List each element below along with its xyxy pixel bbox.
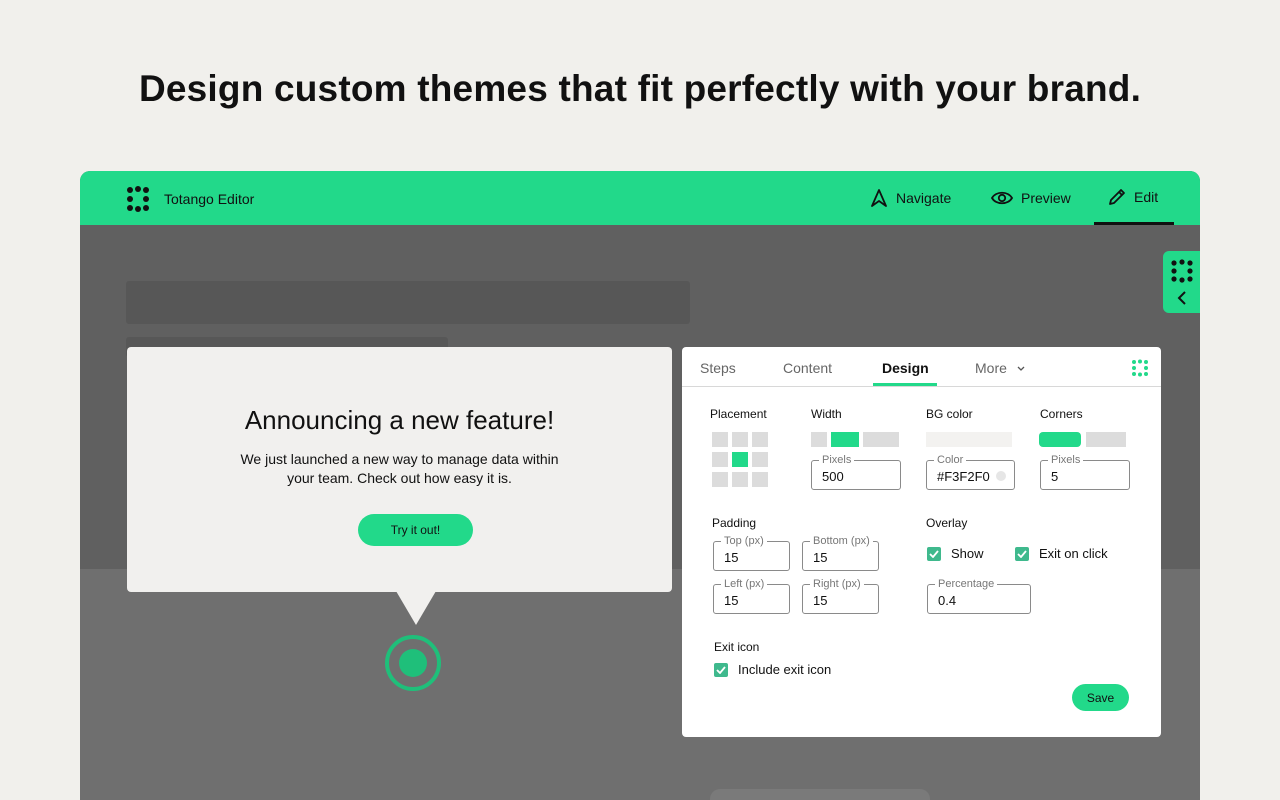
width-option-large[interactable]	[863, 432, 899, 447]
editor-window: Totango Editor Navigate Preview Edit Ann…	[80, 171, 1200, 800]
padding-right-field[interactable]: Right (px) 15	[802, 578, 879, 614]
nav-edit-label: Edit	[1134, 188, 1159, 205]
save-button[interactable]: Save	[1072, 684, 1129, 711]
editor-topbar: Totango Editor Navigate Preview Edit	[80, 171, 1200, 225]
placeholder-bar	[710, 789, 930, 800]
page-headline: Design custom themes that fit perfectly …	[138, 68, 1142, 109]
padding-bottom-legend: Bottom (px)	[810, 535, 873, 547]
padding-right-legend: Right (px)	[810, 578, 864, 590]
bg-color-swatch[interactable]	[926, 432, 1012, 447]
tooltip-preview: Announcing a new feature! We just launch…	[127, 347, 672, 592]
placement-grid	[712, 432, 770, 488]
placement-top-left[interactable]	[712, 432, 728, 447]
active-tab-indicator	[873, 383, 937, 386]
nav-navigate[interactable]: Navigate	[870, 171, 951, 225]
overlay-percentage-legend: Percentage	[935, 578, 998, 590]
brand: Totango Editor	[126, 186, 254, 212]
width-pixels-value: 500	[822, 469, 844, 484]
tooltip-title: Announcing a new feature!	[244, 405, 555, 435]
totango-logo-icon	[1132, 359, 1148, 377]
overlay-percentage-field[interactable]: Percentage 0.4	[927, 578, 1031, 614]
corners-pixels-legend: Pixels	[1048, 454, 1084, 466]
placeholder-bar	[126, 281, 690, 324]
placement-middle-right[interactable]	[752, 452, 768, 467]
chevron-left-icon	[1177, 291, 1186, 305]
tooltip-pointer	[396, 591, 436, 625]
pencil-icon	[1109, 188, 1125, 205]
bg-color-label: BG color	[926, 407, 973, 421]
overlay-show-label: Show	[951, 546, 984, 561]
overlay-exit-on-click-label: Exit on click	[1039, 546, 1108, 561]
overlay-show-checkbox[interactable]: Show	[927, 546, 984, 561]
tab-more-label: More	[975, 360, 1007, 376]
totango-logo-icon	[1171, 259, 1193, 283]
tab-steps[interactable]: Steps	[700, 360, 736, 376]
padding-left-legend: Left (px)	[721, 578, 768, 590]
totango-logo-icon	[127, 186, 149, 212]
width-label: Width	[811, 407, 842, 421]
nav-navigate-label: Navigate	[896, 190, 952, 206]
placement-center[interactable]	[732, 452, 748, 467]
width-pixels-legend: Pixels	[819, 454, 855, 466]
design-panel: Steps Content Design More Placement Widt…	[682, 347, 1161, 737]
padding-left-value: 15	[724, 593, 739, 608]
panel-tabs: Steps Content Design More	[682, 347, 1161, 387]
nav-preview-label: Preview	[1021, 190, 1071, 206]
corners-pixels-value: 5	[1051, 469, 1059, 484]
width-option-small[interactable]	[811, 432, 827, 447]
placement-bottom-center[interactable]	[732, 472, 748, 487]
overlay-percentage-value: 0.4	[938, 593, 957, 608]
bg-color-field[interactable]: Color #F3F2F0	[926, 454, 1015, 490]
padding-top-legend: Top (px)	[721, 535, 767, 547]
hotspot-beacon[interactable]	[385, 635, 441, 691]
tab-design[interactable]: Design	[882, 360, 929, 376]
padding-left-field[interactable]: Left (px) 15	[713, 578, 790, 614]
corners-option-rounded[interactable]	[1039, 432, 1081, 447]
placement-middle-left[interactable]	[712, 452, 728, 467]
hotspot-beacon-dot	[399, 649, 427, 677]
checkbox-checked-icon	[1015, 546, 1029, 561]
overlay-exit-on-click-checkbox[interactable]: Exit on click	[1015, 546, 1108, 561]
placement-top-right[interactable]	[752, 432, 768, 447]
tab-more[interactable]: More	[975, 360, 1025, 376]
checkbox-checked-icon	[714, 662, 728, 677]
chevron-down-icon	[1017, 366, 1025, 372]
nav-edit[interactable]: Edit	[1094, 171, 1174, 225]
color-dot-icon[interactable]	[996, 471, 1006, 481]
try-it-out-button[interactable]: Try it out!	[358, 514, 473, 546]
corners-option-square[interactable]	[1086, 432, 1126, 447]
width-option-medium[interactable]	[831, 432, 859, 447]
side-collapse-tab[interactable]	[1163, 251, 1200, 313]
corners-pixels-field[interactable]: Pixels 5	[1040, 454, 1130, 490]
bg-color-value: #F3F2F0	[937, 469, 990, 484]
placement-label: Placement	[710, 407, 767, 421]
padding-bottom-field[interactable]: Bottom (px) 15	[802, 535, 879, 571]
padding-label: Padding	[712, 516, 757, 530]
nav-preview[interactable]: Preview	[991, 171, 1071, 225]
app-title: Totango Editor	[164, 191, 255, 207]
padding-bottom-value: 15	[813, 550, 828, 565]
include-exit-icon-checkbox[interactable]: Include exit icon	[714, 662, 831, 677]
tab-content[interactable]: Content	[783, 360, 832, 376]
placement-top-center[interactable]	[732, 432, 748, 447]
navigate-arrow-icon	[871, 189, 887, 207]
bg-color-legend: Color	[934, 454, 967, 466]
checkbox-checked-icon	[927, 546, 941, 561]
width-pixels-field[interactable]: Pixels 500	[811, 454, 901, 490]
exit-icon-label: Exit icon	[714, 640, 760, 654]
placement-bottom-left[interactable]	[712, 472, 728, 487]
include-exit-icon-label: Include exit icon	[738, 662, 832, 677]
padding-top-value: 15	[724, 550, 739, 565]
tooltip-body: We just launched a new way to manage dat…	[240, 451, 559, 486]
padding-right-value: 15	[813, 593, 828, 608]
placement-bottom-right[interactable]	[752, 472, 768, 487]
padding-top-field[interactable]: Top (px) 15	[713, 535, 790, 571]
eye-icon	[991, 191, 1013, 205]
corners-label: Corners	[1040, 407, 1083, 421]
overlay-label: Overlay	[926, 516, 968, 530]
